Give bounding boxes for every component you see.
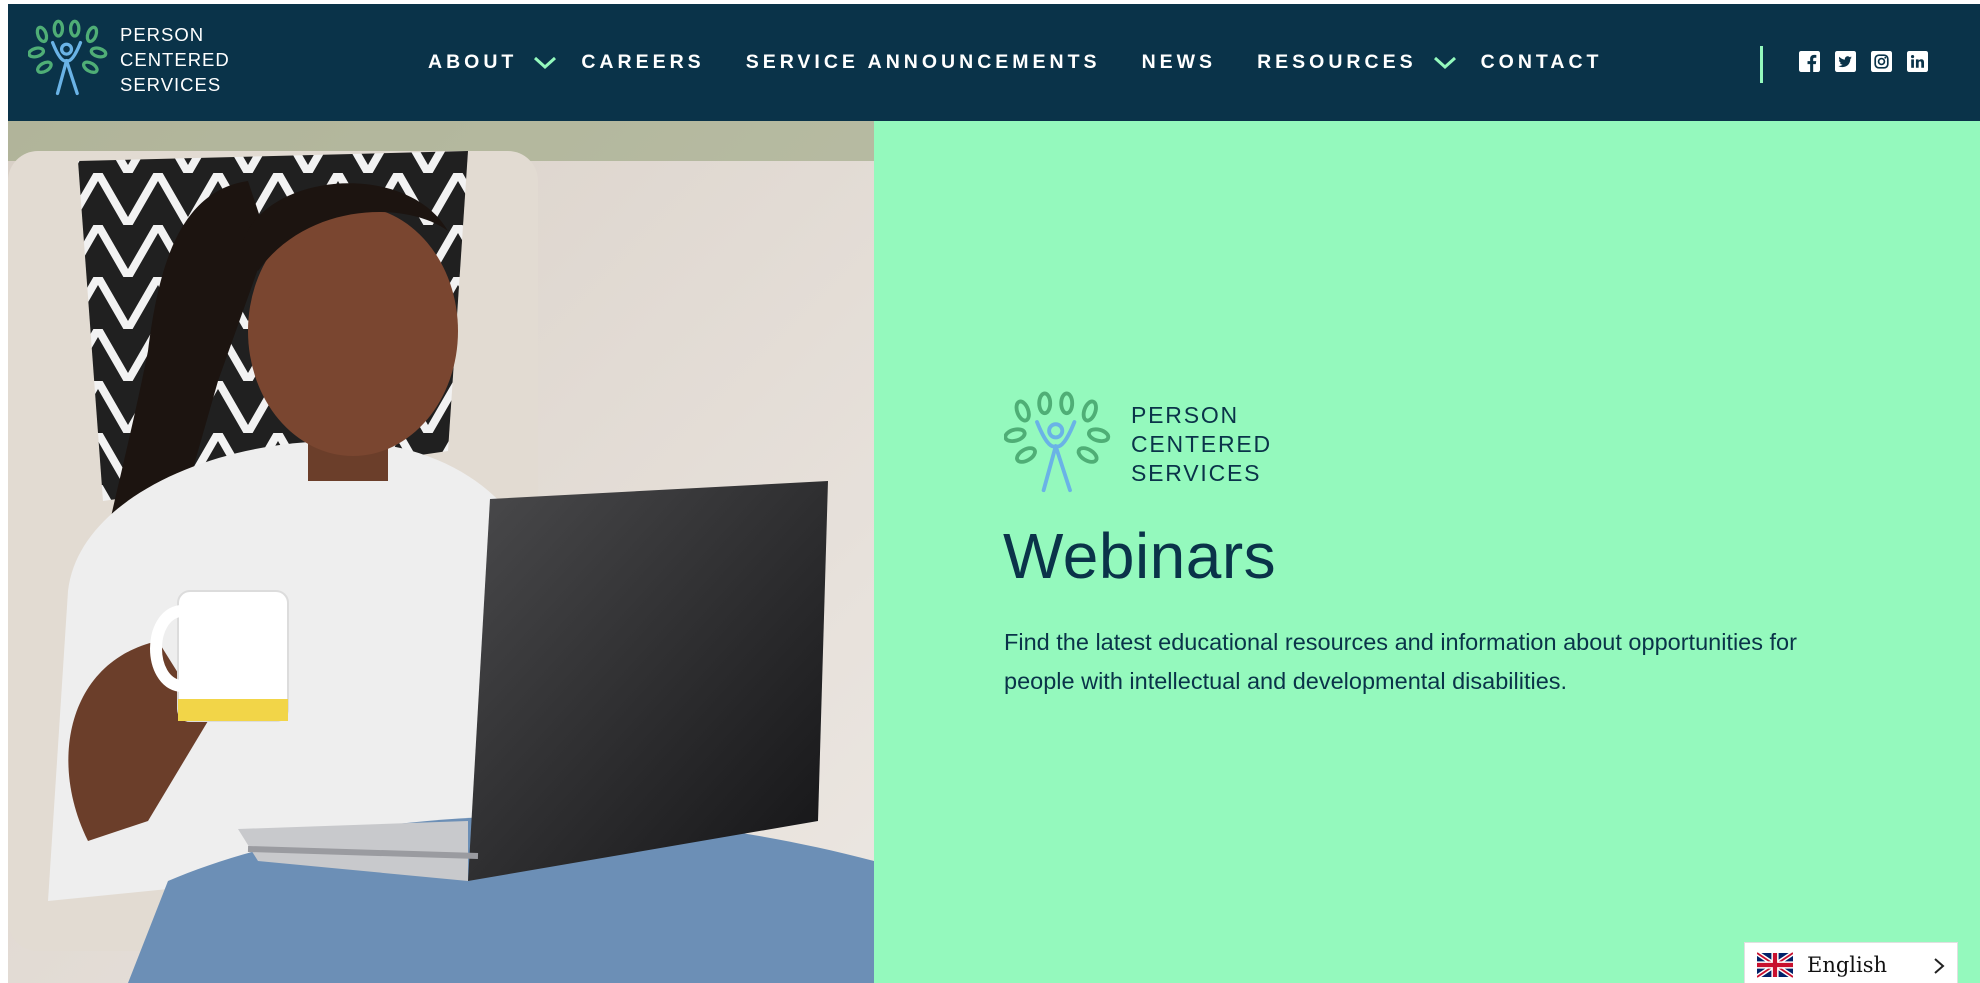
brand-line: CENTERED bbox=[120, 48, 230, 70]
social-links bbox=[1799, 51, 1943, 72]
nav-item-service-announcements[interactable]: SERVICE ANNOUNCEMENTS bbox=[746, 51, 1101, 74]
language-label: English bbox=[1807, 952, 1888, 977]
hero-photo bbox=[8, 121, 874, 983]
header-divider bbox=[1760, 46, 1763, 83]
site-header: PERSON CENTERED SERVICES ABOUT CAREERS S… bbox=[8, 4, 1980, 121]
nav-item-label: ABOUT bbox=[428, 51, 518, 73]
brand-logo-link[interactable]: PERSON CENTERED SERVICES bbox=[28, 18, 230, 100]
twitter-icon[interactable] bbox=[1835, 51, 1856, 72]
chevron-down-icon[interactable] bbox=[1433, 56, 1457, 70]
hero-logo-line: CENTERED bbox=[1131, 430, 1272, 457]
main-nav: ABOUT CAREERS SERVICE ANNOUNCEMENTS NEWS… bbox=[428, 4, 1643, 121]
brand-wordmark: PERSON CENTERED SERVICES bbox=[120, 22, 230, 97]
nav-item-label: CONTACT bbox=[1480, 51, 1603, 73]
tree-person-logo-icon bbox=[28, 19, 108, 96]
language-selector[interactable]: English bbox=[1744, 942, 1958, 983]
brand-line: PERSON bbox=[120, 23, 205, 45]
page-title: Webinars bbox=[1003, 520, 1277, 592]
brand-line: SERVICES bbox=[120, 73, 222, 95]
hero-logo-line: PERSON bbox=[1131, 401, 1239, 428]
instagram-icon[interactable] bbox=[1871, 51, 1892, 72]
chevron-down-icon[interactable] bbox=[533, 56, 557, 70]
page-description: Find the latest educational resources an… bbox=[1004, 629, 1797, 694]
nav-item-label: RESOURCES bbox=[1257, 51, 1417, 73]
hero-logo-wordmark: PERSON CENTERED SERVICES bbox=[1131, 401, 1272, 488]
page: PERSON CENTERED SERVICES ABOUT CAREERS S… bbox=[8, 4, 1980, 983]
uk-flag-icon bbox=[1757, 951, 1793, 978]
nav-item-label: NEWS bbox=[1141, 51, 1217, 73]
tree-person-logo-icon bbox=[1004, 391, 1111, 493]
nav-item-contact[interactable]: CONTACT bbox=[1481, 51, 1603, 74]
nav-item-careers[interactable]: CAREERS bbox=[581, 51, 704, 74]
nav-item-resources[interactable]: RESOURCES bbox=[1257, 51, 1457, 74]
nav-item-label: CAREERS bbox=[581, 51, 705, 73]
linkedin-icon[interactable] bbox=[1907, 51, 1928, 72]
woman-with-laptop-image bbox=[8, 121, 874, 983]
hero-panel: PERSON CENTERED SERVICES Webinars Find t… bbox=[874, 121, 1980, 983]
nav-item-about[interactable]: ABOUT bbox=[428, 51, 557, 74]
chevron-right-icon bbox=[1934, 958, 1945, 974]
facebook-icon[interactable] bbox=[1799, 51, 1820, 72]
nav-item-news[interactable]: NEWS bbox=[1142, 51, 1217, 74]
nav-item-label: SERVICE ANNOUNCEMENTS bbox=[745, 51, 1101, 73]
hero-logo-line: SERVICES bbox=[1131, 459, 1262, 486]
hero-logo: PERSON CENTERED SERVICES bbox=[1004, 389, 1272, 499]
